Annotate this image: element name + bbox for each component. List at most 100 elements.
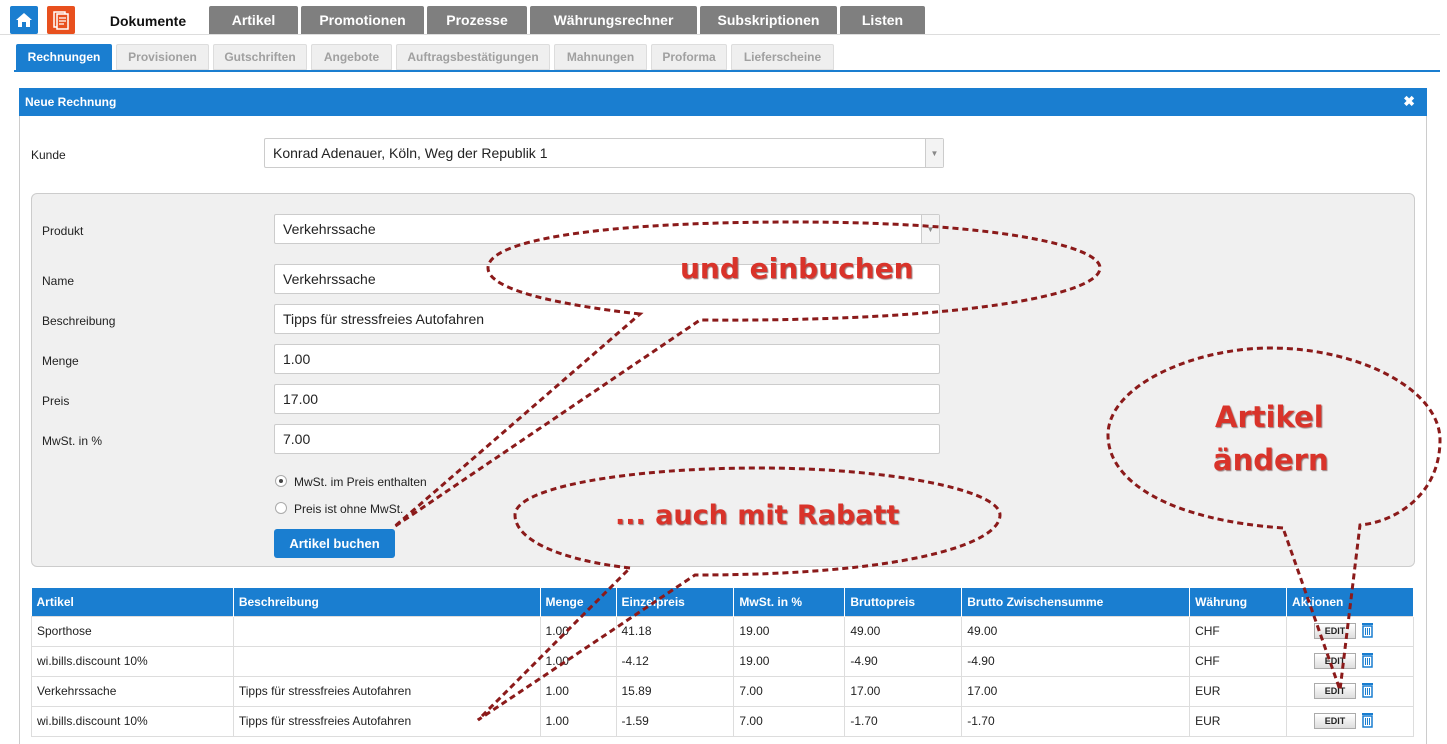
cell-zwischensumme: -4.90 bbox=[961, 645, 1191, 677]
documents-icon bbox=[53, 11, 69, 30]
cell-beschreibung bbox=[232, 615, 541, 647]
tab-artikel[interactable]: Artikel bbox=[209, 6, 298, 34]
book-article-button[interactable]: Artikel buchen bbox=[274, 529, 395, 558]
cell-einzelpreis: -1.59 bbox=[615, 705, 735, 737]
trash-icon[interactable] bbox=[1361, 652, 1374, 671]
cell-aktionen: EDIT bbox=[1286, 705, 1414, 737]
nav-divider bbox=[0, 34, 1440, 35]
tab-listen[interactable]: Listen bbox=[840, 6, 925, 34]
header-artikel: Artikel bbox=[31, 588, 234, 616]
subtab-auftragsbestaetigungen[interactable]: Auftragsbestätigungen bbox=[396, 44, 550, 70]
menge-field[interactable]: 1.00 bbox=[274, 344, 940, 374]
produkt-label: Produkt bbox=[42, 224, 84, 238]
edit-button[interactable]: EDIT bbox=[1314, 683, 1357, 699]
subtab-rechnungen[interactable]: Rechnungen bbox=[16, 44, 112, 70]
cell-bruttopreis: 49.00 bbox=[844, 615, 963, 647]
home-button[interactable] bbox=[10, 6, 38, 34]
tab-waehrungsrechner[interactable]: Währungsrechner bbox=[530, 6, 697, 34]
mwst-label: MwSt. in % bbox=[42, 434, 103, 448]
cell-artikel: Verkehrssache bbox=[31, 675, 234, 707]
beschreibung-value: Tipps für stressfreies Autofahren bbox=[283, 311, 485, 327]
trash-icon[interactable] bbox=[1361, 712, 1374, 731]
cell-artikel: wi.bills.discount 10% bbox=[31, 645, 234, 677]
panel-title: Neue Rechnung bbox=[25, 95, 117, 109]
tab-promotionen[interactable]: Promotionen bbox=[301, 6, 424, 34]
tab-prozesse[interactable]: Prozesse bbox=[427, 6, 527, 34]
top-navigation: Dokumente Artikel Promotionen Prozesse W… bbox=[0, 0, 1447, 36]
tab-dokumente[interactable]: Dokumente bbox=[90, 6, 206, 36]
header-waehrung: Währung bbox=[1189, 588, 1288, 616]
kunde-select[interactable]: Konrad Adenauer, Köln, Weg der Republik … bbox=[264, 138, 944, 168]
cell-artikel: Sporthose bbox=[31, 615, 234, 647]
table-row: Verkehrssache Tipps für stressfreies Aut… bbox=[31, 675, 1414, 707]
cell-bruttopreis: -1.70 bbox=[844, 705, 963, 737]
radio-mwst-included-label: MwSt. im Preis enthalten bbox=[294, 475, 427, 489]
annotation-aendern: ändern bbox=[1213, 443, 1329, 477]
dropdown-arrow-icon: ▼ bbox=[921, 215, 939, 243]
cell-aktionen: EDIT bbox=[1286, 675, 1414, 707]
edit-button[interactable]: EDIT bbox=[1314, 653, 1357, 669]
cell-beschreibung: Tipps für stressfreies Autofahren bbox=[232, 675, 541, 707]
radio-mwst-excluded[interactable] bbox=[275, 502, 287, 514]
preis-field[interactable]: 17.00 bbox=[274, 384, 940, 414]
annotation-artikel: Artikel bbox=[1215, 400, 1324, 434]
subtab-gutschriften[interactable]: Gutschriften bbox=[213, 44, 307, 70]
annotation-auch-mit-rabatt: ... auch mit Rabatt bbox=[615, 500, 900, 531]
beschreibung-label: Beschreibung bbox=[42, 314, 116, 328]
header-bruttopreis: Bruttopreis bbox=[844, 588, 963, 616]
cell-mwst: 7.00 bbox=[733, 705, 846, 737]
cell-einzelpreis: 41.18 bbox=[615, 615, 735, 647]
subtab-mahnungen[interactable]: Mahnungen bbox=[554, 44, 647, 70]
cell-bruttopreis: -4.90 bbox=[844, 645, 963, 677]
cell-einzelpreis: 15.89 bbox=[615, 675, 735, 707]
produkt-value: Verkehrssache bbox=[283, 221, 376, 237]
edit-button[interactable]: EDIT bbox=[1314, 713, 1357, 729]
menge-label: Menge bbox=[42, 354, 79, 368]
kunde-label: Kunde bbox=[31, 148, 66, 162]
subtab-proforma[interactable]: Proforma bbox=[651, 44, 727, 70]
menge-value: 1.00 bbox=[283, 351, 311, 367]
edit-button[interactable]: EDIT bbox=[1314, 623, 1357, 639]
trash-icon[interactable] bbox=[1361, 622, 1374, 641]
beschreibung-field[interactable]: Tipps für stressfreies Autofahren bbox=[274, 304, 940, 334]
cell-mwst: 7.00 bbox=[733, 675, 846, 707]
cell-mwst: 19.00 bbox=[733, 645, 846, 677]
trash-icon[interactable] bbox=[1361, 682, 1374, 701]
cell-aktionen: EDIT bbox=[1286, 645, 1414, 677]
header-mwst: MwSt. in % bbox=[733, 588, 846, 616]
cell-menge: 1.00 bbox=[539, 645, 617, 677]
radio-mwst-included[interactable] bbox=[275, 475, 287, 487]
cell-zwischensumme: -1.70 bbox=[961, 705, 1191, 737]
panel-header: Neue Rechnung ✖ bbox=[19, 88, 1427, 116]
produkt-select[interactable]: Verkehrssache ▼ bbox=[274, 214, 940, 244]
documents-button[interactable] bbox=[47, 6, 75, 34]
items-table: Artikel Beschreibung Menge Einzelpreis M… bbox=[31, 588, 1414, 737]
cell-zwischensumme: 49.00 bbox=[961, 615, 1191, 647]
tab-subskriptionen[interactable]: Subskriptionen bbox=[700, 6, 837, 34]
cell-aktionen: EDIT bbox=[1286, 615, 1414, 647]
header-brutto-zwischensumme: Brutto Zwischensumme bbox=[961, 588, 1191, 616]
cell-beschreibung bbox=[232, 645, 541, 677]
table-row: wi.bills.discount 10% 1.00 -4.12 19.00 -… bbox=[31, 645, 1414, 677]
dropdown-arrow-icon: ▼ bbox=[925, 139, 943, 167]
table-row: Sporthose 1.00 41.18 19.00 49.00 49.00 C… bbox=[31, 615, 1414, 647]
kunde-value: Konrad Adenauer, Köln, Weg der Republik … bbox=[273, 145, 548, 161]
annotation-und-einbuchen: und einbuchen bbox=[680, 252, 914, 285]
cell-waehrung: EUR bbox=[1189, 675, 1288, 707]
subtab-lieferscheine[interactable]: Lieferscheine bbox=[731, 44, 834, 70]
cell-menge: 1.00 bbox=[539, 705, 617, 737]
mwst-field[interactable]: 7.00 bbox=[274, 424, 940, 454]
name-value: Verkehrssache bbox=[283, 271, 376, 287]
subnav-divider bbox=[14, 70, 1440, 72]
header-menge: Menge bbox=[540, 588, 617, 616]
cell-menge: 1.00 bbox=[539, 675, 617, 707]
cell-waehrung: EUR bbox=[1189, 705, 1288, 737]
close-icon[interactable]: ✖ bbox=[1403, 93, 1415, 110]
cell-waehrung: CHF bbox=[1189, 645, 1288, 677]
radio-mwst-excluded-label: Preis ist ohne MwSt. bbox=[294, 502, 404, 516]
header-einzelpreis: Einzelpreis bbox=[616, 588, 735, 616]
header-aktionen: Aktionen bbox=[1286, 588, 1414, 616]
cell-bruttopreis: 17.00 bbox=[844, 675, 963, 707]
subtab-angebote[interactable]: Angebote bbox=[311, 44, 392, 70]
subtab-provisionen[interactable]: Provisionen bbox=[116, 44, 209, 70]
